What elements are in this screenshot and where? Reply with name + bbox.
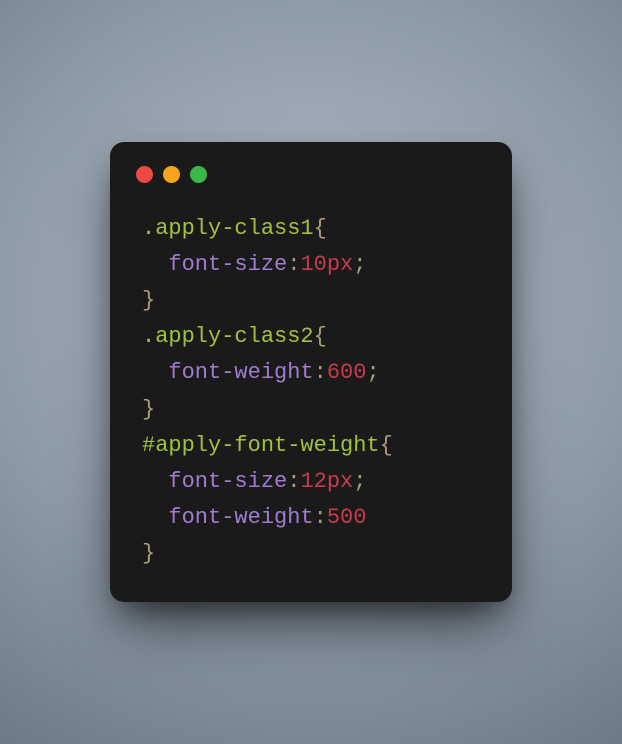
css-value: 12px <box>300 469 353 494</box>
colon: : <box>314 360 327 385</box>
brace-close: } <box>142 397 155 422</box>
css-value: 500 <box>327 505 367 530</box>
minimize-icon[interactable] <box>163 166 180 183</box>
css-selector: .apply-class1 <box>142 216 314 241</box>
semicolon: ; <box>366 360 379 385</box>
css-selector: #apply-font-weight <box>142 433 380 458</box>
maximize-icon[interactable] <box>190 166 207 183</box>
page-background: .apply-class1{ font-size:10px; } .apply-… <box>0 0 622 744</box>
css-selector: .apply-class2 <box>142 324 314 349</box>
window-controls <box>136 166 480 183</box>
brace-close: } <box>142 541 155 566</box>
semicolon: ; <box>353 252 366 277</box>
semicolon: ; <box>353 469 366 494</box>
brace-open: { <box>314 324 327 349</box>
close-icon[interactable] <box>136 166 153 183</box>
css-property: font-size <box>168 469 287 494</box>
brace-open: { <box>380 433 393 458</box>
code-window: .apply-class1{ font-size:10px; } .apply-… <box>110 142 512 602</box>
css-property: font-size <box>168 252 287 277</box>
css-property: font-weight <box>168 360 313 385</box>
colon: : <box>287 252 300 277</box>
brace-close: } <box>142 288 155 313</box>
css-property: font-weight <box>168 505 313 530</box>
brace-open: { <box>314 216 327 241</box>
code-block: .apply-class1{ font-size:10px; } .apply-… <box>142 211 480 572</box>
css-value: 10px <box>300 252 353 277</box>
colon: : <box>287 469 300 494</box>
css-value: 600 <box>327 360 367 385</box>
colon: : <box>314 505 327 530</box>
